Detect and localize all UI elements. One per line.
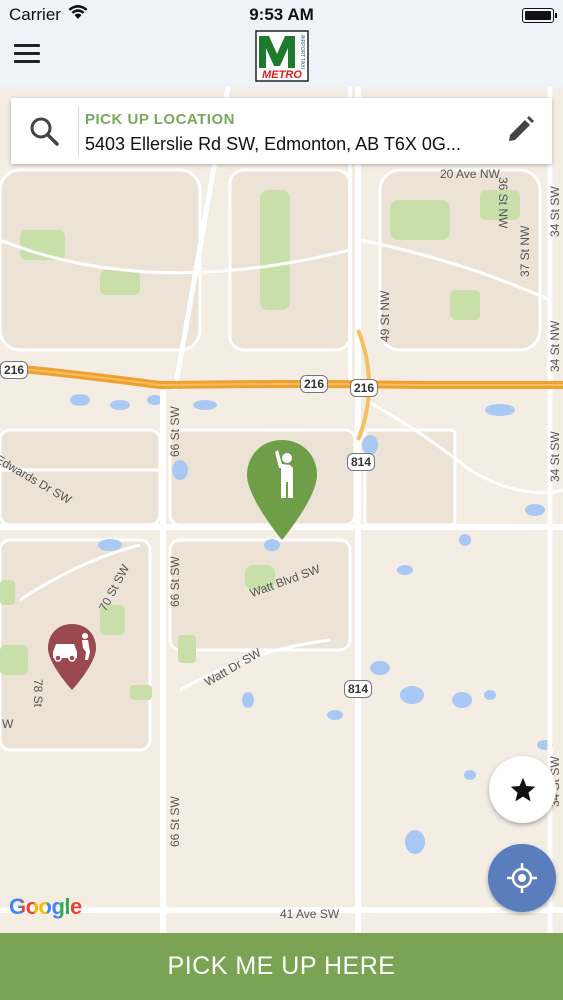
google-attribution: Google [9,894,82,919]
map-label: 36 St NW [496,177,510,229]
map-label: 41 Ave SW [280,907,340,921]
map-label: 20 Ave NW [440,167,500,181]
logo-text: METRO [262,69,302,81]
map-label: 34 St NW [548,320,562,372]
nav-bar: AIRPORT TAXI METRO [0,30,563,88]
map-label: 78 St [31,679,45,708]
map-label: 49 St NW [378,290,392,342]
highway-shield: 216 [350,379,379,397]
battery-icon [522,8,557,23]
status-bar: Carrier 9:53 AM [0,0,563,30]
pickup-address[interactable]: 5403 Ellerslie Rd SW, Edmonton, AB T6X 0… [85,134,465,155]
logo-subtext: AIRPORT TAXI [299,35,305,69]
pencil-icon[interactable] [504,114,536,146]
highway-shield: 216 [0,361,29,379]
highway-shield: 814 [347,453,376,471]
pickup-label: PICK UP LOCATION [85,111,235,128]
map-label: 34 St SW [548,186,562,237]
car-pin-icon[interactable] [46,622,98,692]
map-label: 66 St SW [168,796,182,847]
pick-me-up-button[interactable]: PICK ME UP HERE [0,933,563,1000]
highway-shield: 216 [300,375,329,393]
map-label: W [2,717,14,731]
highway-shield: 814 [344,680,373,698]
locate-me-button[interactable] [488,844,556,912]
map-label: 66 St SW [168,406,182,457]
favorites-button[interactable] [489,756,556,823]
star-icon [510,777,535,801]
hamburger-menu-icon[interactable] [14,44,40,64]
search-icon[interactable] [27,114,61,148]
map-view[interactable]: 20 Ave NW 36 St NW 34 St SW 37 St NW 34 … [0,87,563,933]
person-hailing-pin-icon[interactable] [245,438,319,542]
pickup-location-card[interactable]: PICK UP LOCATION 5403 Ellerslie Rd SW, E… [11,98,552,164]
map-label: 34 St SW [548,431,562,482]
status-time: 9:53 AM [249,5,314,24]
metro-logo: AIRPORT TAXI METRO [255,30,309,82]
map-label: 66 St SW [168,556,182,607]
gps-locate-icon [507,863,537,893]
map-label: 37 St NW [518,225,532,277]
divider [78,106,79,156]
